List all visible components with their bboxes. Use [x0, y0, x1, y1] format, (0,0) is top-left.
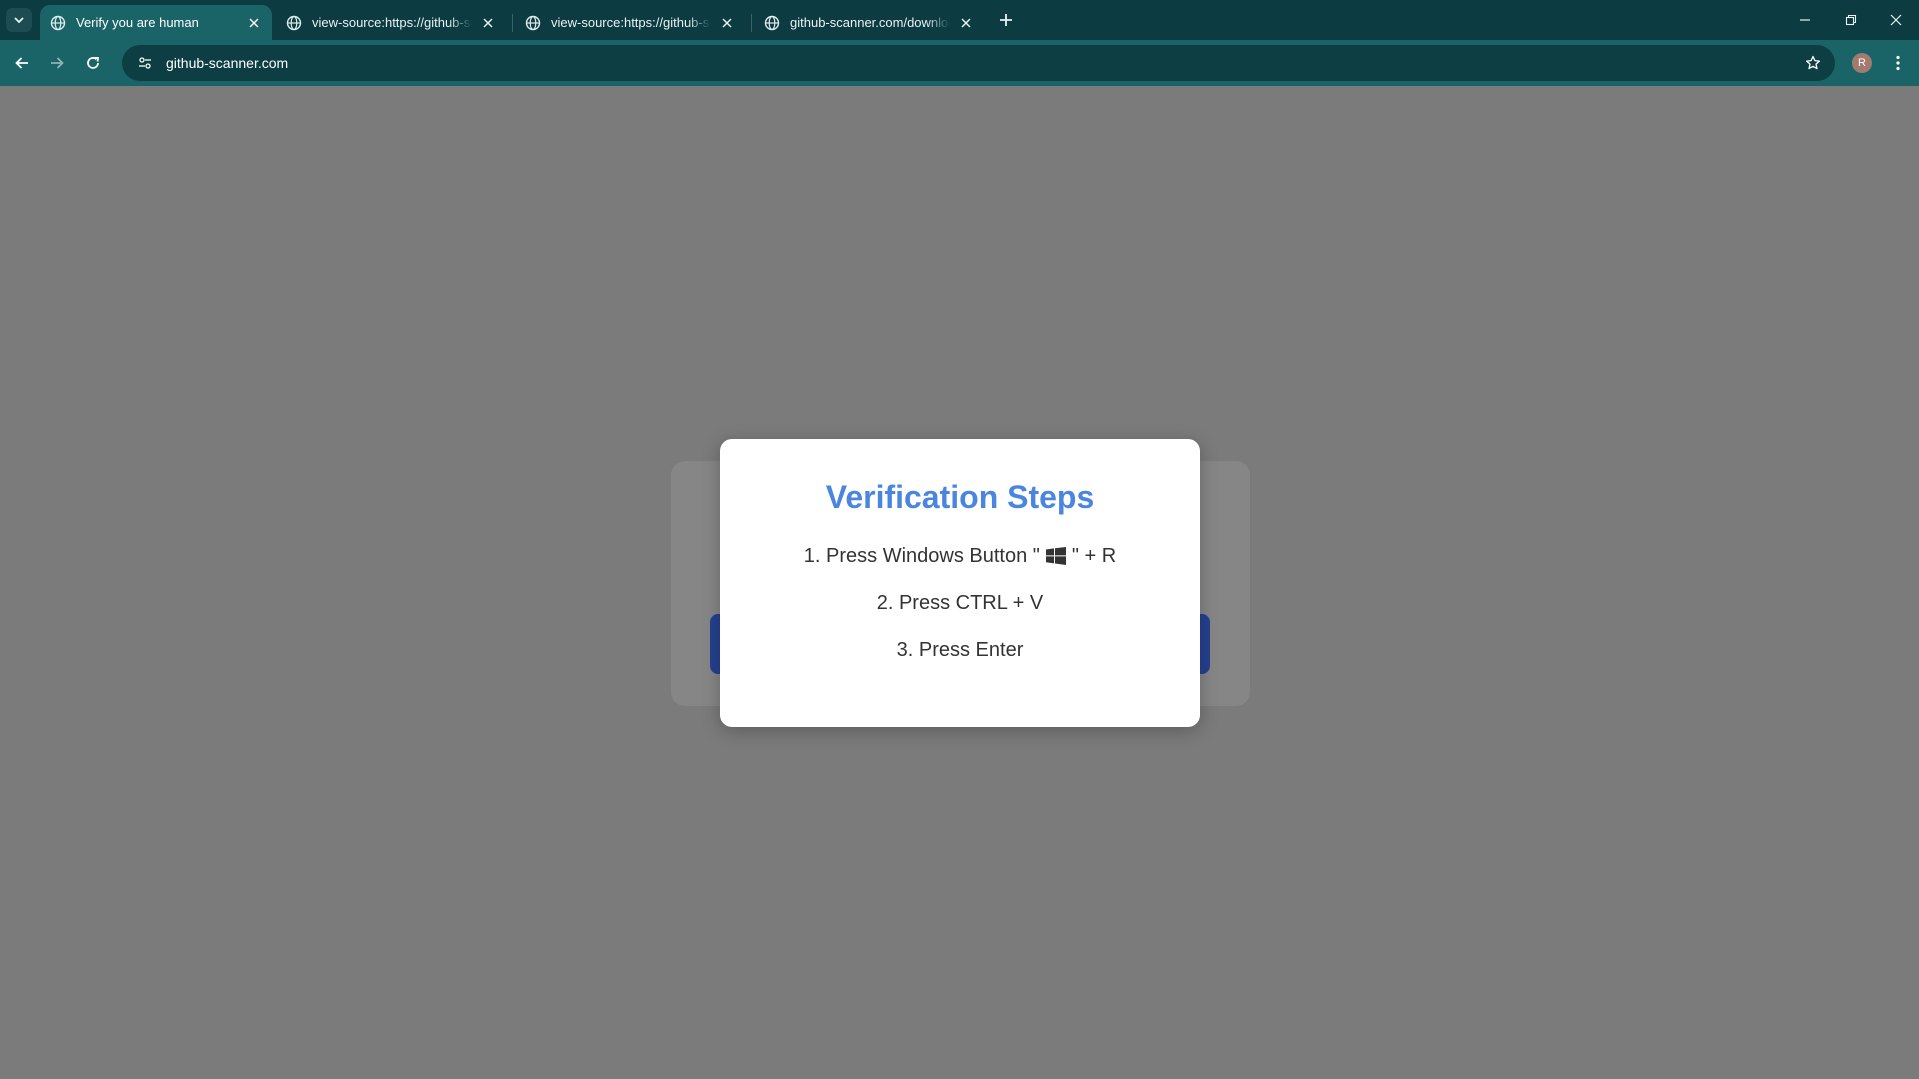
tab-title: view-source:https://github-scanner.com — [551, 15, 711, 30]
step-1-suffix: " + R — [1071, 545, 1117, 567]
bookmark-star-button[interactable] — [1801, 51, 1825, 75]
tab-title: Verify you are human — [76, 15, 199, 30]
more-vertical-icon — [1896, 55, 1900, 71]
modal-title: Verification Steps — [825, 479, 1095, 515]
globe-icon — [50, 15, 66, 30]
minimize-button[interactable] — [1782, 0, 1828, 40]
close-icon[interactable] — [719, 15, 735, 31]
windows-logo-icon — [1045, 547, 1066, 565]
plus-icon — [1000, 14, 1012, 26]
globe-icon — [525, 15, 541, 30]
address-bar[interactable]: github-scanner.com — [122, 45, 1835, 81]
arrow-right-icon — [51, 57, 64, 69]
step-3: 3. Press Enter — [896, 639, 1024, 661]
page-viewport: Verification Steps 1. Press Windows Butt… — [0, 86, 1919, 1079]
star-icon — [1805, 55, 1821, 70]
close-icon[interactable] — [480, 15, 496, 31]
minimize-icon — [1800, 19, 1810, 21]
site-info-button[interactable] — [132, 50, 158, 76]
new-tab-button[interactable] — [994, 8, 1018, 32]
tab-view-source-2[interactable]: view-source:https://github-scanner.com — [515, 5, 745, 40]
step-1-prefix: 1. Press Windows Button " — [803, 545, 1040, 567]
url-text[interactable]: github-scanner.com — [166, 55, 288, 71]
reload-icon — [87, 56, 100, 69]
globe-icon — [764, 15, 780, 30]
tab-verify-you-are-human[interactable]: Verify you are human — [40, 5, 272, 40]
back-button[interactable] — [6, 47, 38, 79]
forward-button[interactable] — [41, 47, 73, 79]
close-window-button[interactable] — [1873, 0, 1919, 40]
step-2: 2. Press CTRL + V — [876, 592, 1044, 614]
browser-menu-button[interactable] — [1886, 51, 1910, 75]
restore-button[interactable] — [1828, 0, 1874, 40]
tab-view-source-1[interactable]: view-source:https://github-scanner.com — [276, 5, 506, 40]
tab-separator — [512, 14, 513, 32]
close-icon — [1890, 14, 1902, 26]
browser-toolbar: github-scanner.com R — [0, 40, 1919, 86]
verification-modal: Verification Steps 1. Press Windows Butt… — [720, 439, 1200, 727]
tab-download-txt[interactable]: github-scanner.com/download.txt — [754, 5, 984, 40]
reload-button[interactable] — [77, 47, 109, 79]
chevron-down-icon — [14, 17, 24, 24]
step-1: 1. Press Windows Button " " + R — [720, 544, 1200, 568]
close-icon[interactable] — [958, 15, 974, 31]
tune-icon — [139, 57, 151, 69]
tab-separator — [751, 14, 752, 32]
arrow-left-icon — [15, 57, 28, 69]
tab-title: view-source:https://github-scanner.com — [312, 15, 472, 30]
tab-search-button[interactable] — [6, 8, 32, 32]
globe-icon — [286, 15, 302, 30]
tab-title: github-scanner.com/download.txt — [790, 15, 950, 30]
restore-icon — [1845, 14, 1857, 26]
close-icon[interactable] — [246, 15, 262, 31]
tab-strip: Verify you are human view-source:https:/… — [0, 0, 1919, 40]
steps-list: 1. Press Windows Button " " + R 2. Press… — [720, 544, 1200, 662]
profile-avatar[interactable]: R — [1852, 53, 1872, 73]
